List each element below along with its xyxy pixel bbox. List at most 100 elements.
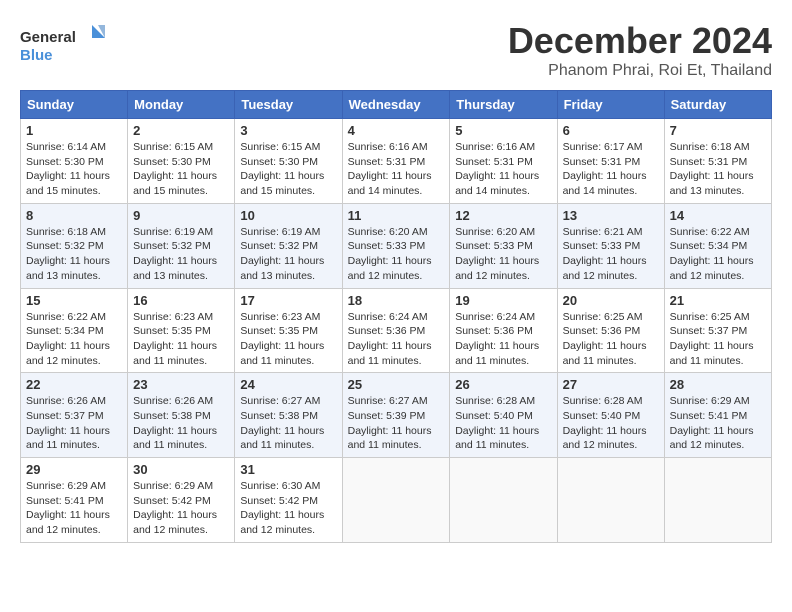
day-info: Sunrise: 6:22 AMSunset: 5:34 PMDaylight:… [670,225,766,284]
day-info: Sunrise: 6:23 AMSunset: 5:35 PMDaylight:… [133,310,229,369]
day-number: 22 [26,377,122,392]
svg-text:Blue: Blue [20,47,53,64]
day-info: Sunrise: 6:16 AMSunset: 5:31 PMDaylight:… [348,140,445,199]
day-info: Sunrise: 6:29 AMSunset: 5:42 PMDaylight:… [133,479,229,538]
calendar-cell: 8 Sunrise: 6:18 AMSunset: 5:32 PMDaylight… [21,203,128,288]
day-number: 8 [26,208,122,223]
day-number: 7 [670,123,766,138]
calendar-header-row: SundayMondayTuesdayWednesdayThursdayFrid… [21,91,772,119]
day-info: Sunrise: 6:25 AMSunset: 5:36 PMDaylight:… [563,310,659,369]
calendar-cell: 28 Sunrise: 6:29 AMSunset: 5:41 PMDayligh… [664,373,771,458]
logo: General Blue [20,20,110,70]
calendar-cell: 12 Sunrise: 6:20 AMSunset: 5:33 PMDayligh… [450,203,557,288]
day-info: Sunrise: 6:20 AMSunset: 5:33 PMDaylight:… [348,225,445,284]
day-number: 27 [563,377,659,392]
calendar-table: SundayMondayTuesdayWednesdayThursdayFrid… [20,90,772,543]
day-number: 21 [670,293,766,308]
calendar-cell: 20 Sunrise: 6:25 AMSunset: 5:36 PMDayligh… [557,288,664,373]
day-info: Sunrise: 6:27 AMSunset: 5:38 PMDaylight:… [240,394,336,453]
day-number: 19 [455,293,551,308]
day-info: Sunrise: 6:26 AMSunset: 5:38 PMDaylight:… [133,394,229,453]
calendar-week-row: 22 Sunrise: 6:26 AMSunset: 5:37 PMDayligh… [21,373,772,458]
day-info: Sunrise: 6:16 AMSunset: 5:31 PMDaylight:… [455,140,551,199]
day-number: 31 [240,462,336,477]
day-number: 11 [348,208,445,223]
day-info: Sunrise: 6:30 AMSunset: 5:42 PMDaylight:… [240,479,336,538]
day-info: Sunrise: 6:28 AMSunset: 5:40 PMDaylight:… [563,394,659,453]
day-info: Sunrise: 6:18 AMSunset: 5:32 PMDaylight:… [26,225,122,284]
calendar-cell: 27 Sunrise: 6:28 AMSunset: 5:40 PMDayligh… [557,373,664,458]
day-number: 12 [455,208,551,223]
day-info: Sunrise: 6:21 AMSunset: 5:33 PMDaylight:… [563,225,659,284]
column-header-monday: Monday [128,91,235,119]
day-info: Sunrise: 6:29 AMSunset: 5:41 PMDaylight:… [670,394,766,453]
location-subtitle: Phanom Phrai, Roi Et, Thailand [508,62,772,80]
day-number: 10 [240,208,336,223]
calendar-cell: 16 Sunrise: 6:23 AMSunset: 5:35 PMDayligh… [128,288,235,373]
calendar-cell: 21 Sunrise: 6:25 AMSunset: 5:37 PMDayligh… [664,288,771,373]
day-number: 23 [133,377,229,392]
calendar-cell: 9Sunrise: 6:19 AMSunset: 5:32 PMDaylight… [128,203,235,288]
calendar-cell: 3Sunrise: 6:15 AMSunset: 5:30 PMDaylight… [235,119,342,204]
calendar-week-row: 29Sunrise: 6:29 AMSunset: 5:41 PMDayligh… [21,458,772,543]
day-number: 2 [133,123,229,138]
day-number: 28 [670,377,766,392]
day-info: Sunrise: 6:19 AMSunset: 5:32 PMDaylight:… [133,225,229,284]
day-info: Sunrise: 6:25 AMSunset: 5:37 PMDaylight:… [670,310,766,369]
day-number: 15 [26,293,122,308]
calendar-cell: 30 Sunrise: 6:29 AMSunset: 5:42 PMDayligh… [128,458,235,543]
day-info: Sunrise: 6:15 AMSunset: 5:30 PMDaylight:… [133,140,229,199]
day-number: 20 [563,293,659,308]
calendar-cell: 29Sunrise: 6:29 AMSunset: 5:41 PMDayligh… [21,458,128,543]
calendar-cell: 22 Sunrise: 6:26 AMSunset: 5:37 PMDayligh… [21,373,128,458]
calendar-cell: 19 Sunrise: 6:24 AMSunset: 5:36 PMDayligh… [450,288,557,373]
calendar-cell [342,458,450,543]
day-info: Sunrise: 6:26 AMSunset: 5:37 PMDaylight:… [26,394,122,453]
logo-svg: General Blue [20,20,110,70]
day-number: 17 [240,293,336,308]
day-number: 13 [563,208,659,223]
calendar-cell: 5 Sunrise: 6:16 AMSunset: 5:31 PMDaylight… [450,119,557,204]
day-number: 6 [563,123,659,138]
day-info: Sunrise: 6:22 AMSunset: 5:34 PMDaylight:… [26,310,122,369]
day-info: Sunrise: 6:20 AMSunset: 5:33 PMDaylight:… [455,225,551,284]
title-block: December 2024 Phanom Phrai, Roi Et, Thai… [508,20,772,80]
calendar-cell: 2 Sunrise: 6:15 AMSunset: 5:30 PMDaylight… [128,119,235,204]
day-number: 29 [26,462,122,477]
calendar-week-row: 15 Sunrise: 6:22 AMSunset: 5:34 PMDayligh… [21,288,772,373]
calendar-cell: 31 Sunrise: 6:30 AMSunset: 5:42 PMDayligh… [235,458,342,543]
day-info: Sunrise: 6:24 AMSunset: 5:36 PMDaylight:… [455,310,551,369]
page-header: General Blue December 2024 Phanom Phrai,… [20,20,772,80]
svg-text:General: General [20,29,76,46]
column-header-sunday: Sunday [21,91,128,119]
column-header-saturday: Saturday [664,91,771,119]
day-info: Sunrise: 6:24 AMSunset: 5:36 PMDaylight:… [348,310,445,369]
calendar-cell: 6 Sunrise: 6:17 AMSunset: 5:31 PMDaylight… [557,119,664,204]
day-number: 14 [670,208,766,223]
calendar-cell: 13 Sunrise: 6:21 AMSunset: 5:33 PMDayligh… [557,203,664,288]
calendar-cell: 15 Sunrise: 6:22 AMSunset: 5:34 PMDayligh… [21,288,128,373]
day-number: 4 [348,123,445,138]
day-info: Sunrise: 6:23 AMSunset: 5:35 PMDaylight:… [240,310,336,369]
calendar-cell: 10 Sunrise: 6:19 AMSunset: 5:32 PMDayligh… [235,203,342,288]
calendar-cell: 14 Sunrise: 6:22 AMSunset: 5:34 PMDayligh… [664,203,771,288]
day-number: 3 [240,123,336,138]
month-title: December 2024 [508,20,772,62]
day-number: 25 [348,377,445,392]
calendar-cell: 17 Sunrise: 6:23 AMSunset: 5:35 PMDayligh… [235,288,342,373]
day-number: 30 [133,462,229,477]
day-number: 26 [455,377,551,392]
day-info: Sunrise: 6:19 AMSunset: 5:32 PMDaylight:… [240,225,336,284]
day-number: 5 [455,123,551,138]
calendar-cell: 23 Sunrise: 6:26 AMSunset: 5:38 PMDayligh… [128,373,235,458]
calendar-cell: 26Sunrise: 6:28 AMSunset: 5:40 PMDayligh… [450,373,557,458]
day-info: Sunrise: 6:17 AMSunset: 5:31 PMDaylight:… [563,140,659,199]
calendar-cell: 24Sunrise: 6:27 AMSunset: 5:38 PMDayligh… [235,373,342,458]
day-info: Sunrise: 6:14 AMSunset: 5:30 PMDaylight:… [26,140,122,199]
calendar-week-row: 1Sunrise: 6:14 AMSunset: 5:30 PMDaylight… [21,119,772,204]
calendar-cell: 25Sunrise: 6:27 AMSunset: 5:39 PMDayligh… [342,373,450,458]
day-number: 16 [133,293,229,308]
calendar-cell [664,458,771,543]
calendar-cell [450,458,557,543]
calendar-cell: 11 Sunrise: 6:20 AMSunset: 5:33 PMDayligh… [342,203,450,288]
